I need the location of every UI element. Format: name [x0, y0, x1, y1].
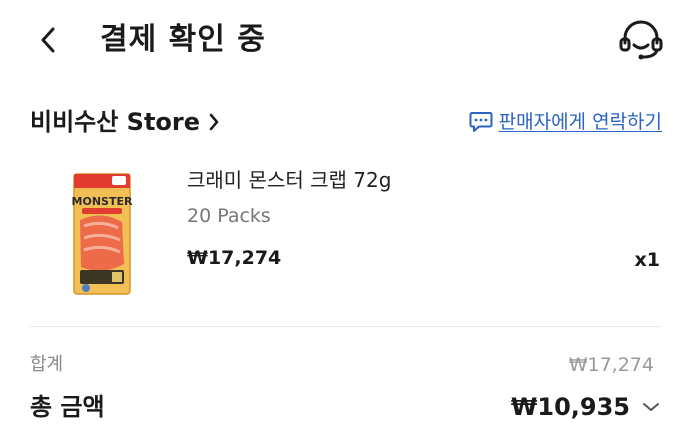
subtotal-label: 합계 [30, 354, 64, 375]
store-row: 비비수산 Store 판매자에게 연락하기 [30, 106, 662, 138]
back-button[interactable] [30, 22, 66, 58]
product-item: MONSTER 크래미 몬스터 크랩 72g 20 Packs ₩17,274 … [30, 160, 662, 310]
store-name: 비비수산 Store [30, 108, 201, 136]
total-amount-toggle[interactable]: ₩10,935 [511, 390, 660, 424]
product-image[interactable]: MONSTER [72, 172, 160, 296]
page-title: 결제 확인 중 [100, 22, 266, 57]
divider [30, 326, 662, 327]
total-label: 총 금액 [30, 393, 105, 421]
customer-support-button[interactable] [616, 18, 666, 62]
product-image-brand: MONSTER [72, 195, 133, 208]
header: 결제 확인 중 [0, 0, 690, 82]
subtotal-value: ₩17,274 [568, 354, 654, 376]
chat-bubble-icon [469, 111, 493, 133]
contact-seller-label: 판매자에게 연락하기 [498, 111, 662, 133]
headset-icon [619, 20, 663, 60]
product-quantity: x1 [634, 249, 660, 271]
checkout-confirmation-page: 결제 확인 중 비비수산 Store 판매자에게 연락하기 MONSTER 크래… [0, 0, 690, 446]
total-value: ₩10,935 [510, 393, 630, 421]
product-price: ₩17,274 [187, 247, 282, 269]
store-link[interactable]: 비비수산 Store [30, 106, 220, 138]
chevron-right-icon [208, 112, 220, 132]
product-option: 20 Packs [187, 205, 271, 227]
contact-seller-link[interactable]: 판매자에게 연락하기 [469, 108, 662, 136]
chevron-left-icon [41, 27, 55, 53]
product-title: 크래미 몬스터 크랩 72g [187, 168, 392, 192]
chevron-down-icon [642, 401, 660, 413]
